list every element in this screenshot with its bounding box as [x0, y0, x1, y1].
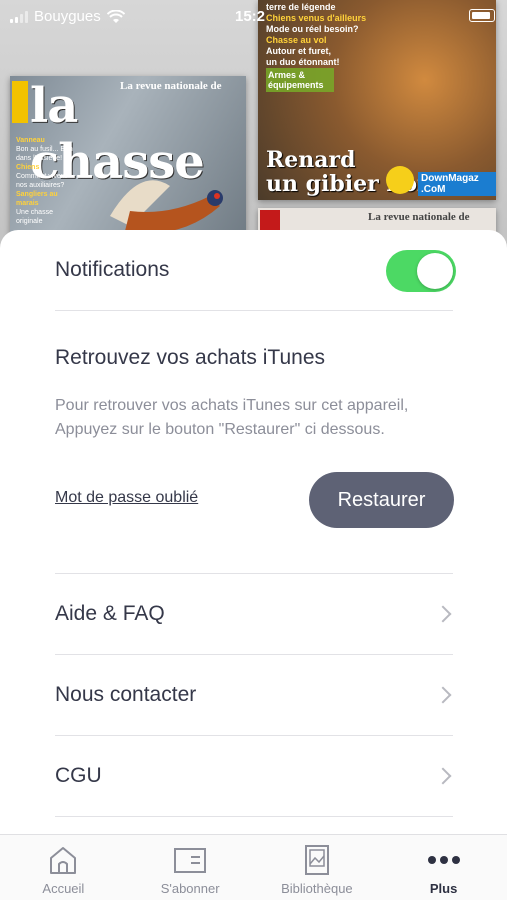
watermark: DownMagaz .CoM — [418, 172, 496, 196]
cover-blurb: Sangliers au marais — [16, 191, 58, 207]
magazine-covers-background: La revue nationale de la chasse Vanneau … — [0, 0, 507, 260]
tab-label: S'abonner — [160, 881, 220, 896]
menu-item-label: Aide & FAQ — [55, 602, 165, 625]
more-dots-icon — [427, 856, 460, 864]
chevron-right-icon — [434, 686, 452, 704]
menu-item-contact[interactable]: Nous contacter — [55, 655, 453, 735]
cover-blurbs: Vanneau Bon au fusil... Bon dans l'assie… — [16, 136, 78, 226]
tab-plus[interactable]: Plus — [380, 835, 507, 900]
itunes-title: Retrouvez vos achats iTunes — [55, 346, 326, 369]
cover-blurb: Chiens — [16, 164, 40, 171]
cover-line: un duo étonnant! — [266, 57, 340, 67]
magazine-cover-la-chasse: La revue nationale de la chasse Vanneau … — [10, 76, 246, 246]
divider — [55, 816, 453, 817]
tab-label: Accueil — [42, 881, 85, 896]
status-time: 15:2 — [235, 8, 266, 25]
cover-blurb: Une chasse originale — [16, 209, 53, 225]
tab-label: Plus — [429, 881, 458, 896]
signal-bars-icon — [10, 10, 28, 23]
carrier-name: Bouygues — [34, 8, 101, 25]
cover-blurb: Vanneau — [16, 137, 45, 144]
cover-tagline: La revue nationale de — [368, 211, 470, 223]
menu-item-help-faq[interactable]: Aide & FAQ — [55, 574, 453, 654]
menu-item-label: CGU — [55, 764, 102, 787]
cover-line: Chasse au vol — [266, 35, 327, 45]
battery-icon — [469, 9, 495, 22]
restore-button[interactable]: Restaurer — [309, 472, 454, 528]
notifications-toggle[interactable] — [386, 250, 456, 292]
cover-blurb: Comment vivent nos auxiliaires? — [16, 173, 67, 189]
tab-sabonner[interactable]: S'abonner — [127, 835, 254, 900]
settings-sheet: Notifications Retrouvez vos achats iTune… — [0, 230, 507, 834]
sun-logo-icon — [386, 166, 414, 194]
cover-line: Autour et furet, — [266, 46, 331, 56]
tab-bar: Accueil S'abonner Bibliothèque Plus — [0, 834, 507, 900]
subscribe-card-icon — [174, 848, 207, 873]
chevron-right-icon — [434, 605, 452, 623]
tab-accueil[interactable]: Accueil — [0, 835, 127, 900]
cover-armes-box: Armes & équipements — [266, 68, 334, 92]
itunes-description: Pour retrouver vos achats iTunes sur cet… — [55, 397, 409, 438]
menu-item-cgu[interactable]: CGU — [55, 736, 453, 816]
cover-side-strip — [12, 81, 28, 123]
tab-label: Bibliothèque — [281, 881, 353, 896]
library-icon — [304, 845, 329, 875]
cover-blurb: Bon au fusil... Bon dans l'assiette! — [16, 146, 73, 162]
chevron-right-icon — [434, 767, 452, 785]
wifi-icon — [106, 9, 125, 23]
home-icon — [50, 847, 77, 874]
carrier-info: Bouygues — [10, 8, 125, 25]
toggle-knob — [417, 253, 453, 289]
cover-side-badge — [260, 210, 280, 232]
divider — [55, 310, 453, 311]
menu-item-label: Nous contacter — [55, 683, 197, 706]
status-bar: Bouygues 15:2 — [0, 0, 507, 34]
tab-bibliotheque[interactable]: Bibliothèque — [254, 835, 381, 900]
